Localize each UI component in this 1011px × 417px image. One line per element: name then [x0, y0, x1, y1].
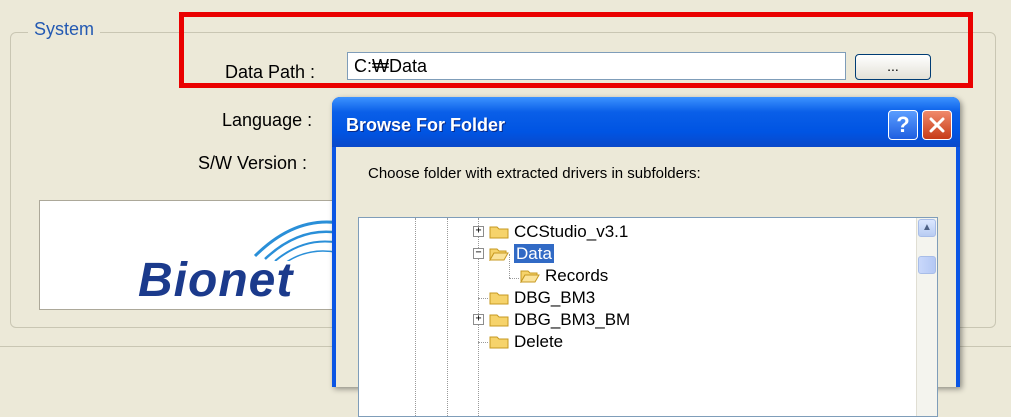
scroll-thumb[interactable] — [918, 256, 936, 274]
tree-line — [447, 218, 448, 416]
close-icon[interactable] — [922, 110, 952, 140]
bionet-logo: Bionet — [39, 200, 339, 310]
tree-line — [478, 342, 488, 343]
tree-item-data[interactable]: Data — [514, 244, 554, 264]
dialog-titlebar[interactable]: Browse For Folder ? — [332, 97, 960, 147]
logo-text: Bionet — [138, 254, 294, 307]
tree-item-ccstudio[interactable]: CCStudio_v3.1 — [514, 222, 628, 242]
folder-icon — [489, 226, 509, 239]
browse-folder-dialog: Browse For Folder ? Choose folder with e… — [332, 97, 960, 417]
dialog-body: Choose folder with extracted drivers in … — [336, 147, 956, 417]
tree-item-records[interactable]: Records — [545, 266, 608, 286]
tree-line — [478, 298, 488, 299]
dialog-title: Browse For Folder — [346, 115, 506, 135]
tree-line — [509, 254, 510, 278]
tree-item-label: Data — [514, 244, 554, 263]
expand-icon[interactable]: + — [473, 314, 484, 325]
tree-scrollbar[interactable]: ▲ — [916, 218, 937, 416]
help-icon[interactable]: ? — [888, 110, 918, 140]
open-folder-icon — [520, 270, 540, 283]
expand-icon[interactable]: + — [473, 226, 484, 237]
tree-item-dbg-bm3[interactable]: DBG_BM3 — [514, 288, 595, 308]
open-folder-icon — [489, 248, 509, 261]
folder-icon — [489, 292, 509, 305]
tree-line — [509, 278, 519, 279]
language-label: Language : — [222, 110, 313, 130]
tree-line — [415, 218, 416, 416]
tree-item-delete[interactable]: Delete — [514, 332, 563, 352]
system-group-title: System — [28, 19, 101, 40]
collapse-icon[interactable]: − — [473, 248, 484, 259]
sw-version-label: S/W Version : — [198, 153, 308, 173]
dialog-instruction: Choose folder with extracted drivers in … — [368, 165, 701, 182]
highlight-box — [179, 12, 973, 88]
folder-tree[interactable]: + CCStudio_v3.1 − Data Records DBG_BM3 +… — [358, 217, 938, 417]
folder-icon — [489, 336, 509, 349]
folder-icon — [489, 314, 509, 327]
scroll-up-icon[interactable]: ▲ — [918, 219, 936, 237]
tree-item-dbg-bm3-bm[interactable]: DBG_BM3_BM — [514, 310, 630, 330]
